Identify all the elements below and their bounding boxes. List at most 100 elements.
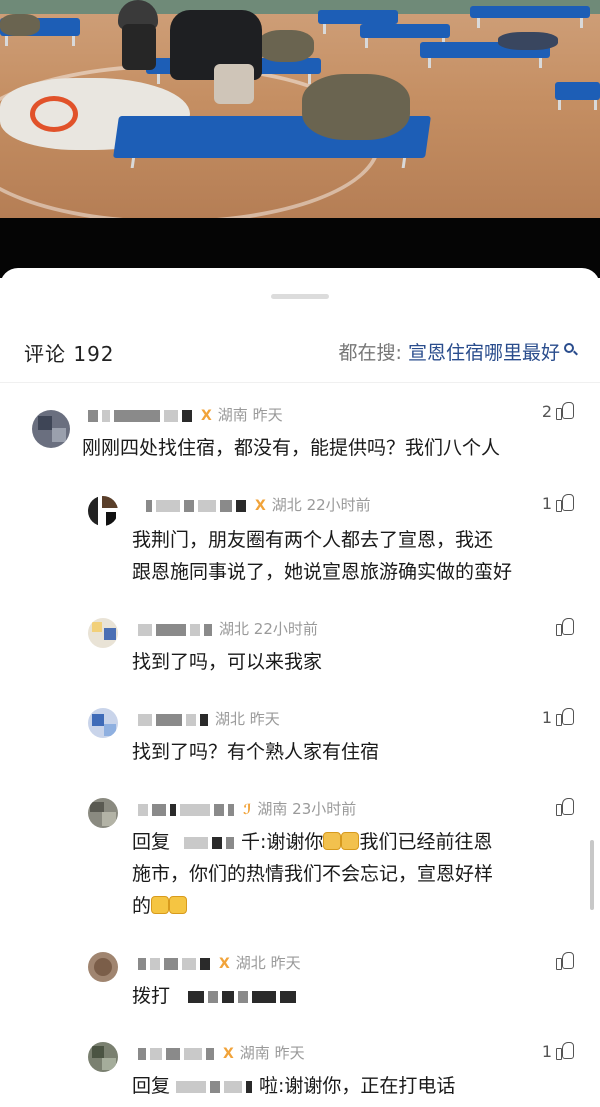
comment-time: 22小时前 xyxy=(253,620,318,638)
trending-search[interactable]: 都在搜: 宣恩住宿哪里最好 xyxy=(339,338,574,365)
photo-cot xyxy=(555,82,600,110)
comment-header: 评论 192 都在搜: 宣恩住宿哪里最好 xyxy=(0,326,600,378)
verified-badge-icon: Ⅹ xyxy=(255,498,266,514)
comment-time: 昨天 xyxy=(252,406,283,424)
folded-hands-emoji-icon xyxy=(323,832,342,850)
thumbs-up-emoji-icon xyxy=(151,896,170,914)
search-icon[interactable] xyxy=(564,343,574,353)
avatar[interactable] xyxy=(88,496,118,526)
avatar[interactable] xyxy=(88,798,118,828)
thumbs-up-outline-icon[interactable] xyxy=(556,494,574,512)
like-count: 1 xyxy=(541,708,552,727)
phone-number-redacted[interactable] xyxy=(188,981,300,1013)
reply-prefix: 回复 xyxy=(132,1075,171,1097)
reply-target-redacted[interactable] xyxy=(184,827,238,859)
comment-region: 湖北 xyxy=(235,954,266,972)
username-redacted[interactable] xyxy=(138,711,212,729)
username-redacted[interactable] xyxy=(88,407,196,425)
reply-target-redacted[interactable] xyxy=(176,1071,256,1103)
comment-meta: 湖北 昨天 xyxy=(138,708,280,729)
sheet-drag-handle[interactable] xyxy=(271,294,329,299)
thumbs-up-outline-icon[interactable] xyxy=(556,1042,574,1060)
comment-text: 拨打 xyxy=(132,980,303,1013)
photo-bedroll xyxy=(498,32,558,50)
comment-region: 湖南 xyxy=(257,800,288,818)
post-photo[interactable] xyxy=(0,0,600,218)
avatar[interactable] xyxy=(88,618,118,648)
thumbs-up-outline-icon[interactable] xyxy=(556,708,574,726)
comment-text-prefix: 拨打 xyxy=(132,985,171,1007)
comment-sheet[interactable]: 评论 192 都在搜: 宣恩住宿哪里最好 Ⅹ 湖南 昨天 刚刚四处找住宿，都没有，… xyxy=(0,268,600,1107)
comment-text: 找到了吗，可以来我家 xyxy=(132,651,323,673)
like-count: 1 xyxy=(541,494,552,513)
like-button[interactable] xyxy=(552,952,574,971)
photo-person-background-legs xyxy=(122,24,156,70)
reply-item[interactable]: ℐ 湖南 23小时前 回复 千:谢谢你 我们已经前往恩 施市，你们的热情我们不会忘记，… xyxy=(0,794,600,924)
reply-prefix: 回复 xyxy=(132,831,171,853)
photo-bedroll xyxy=(258,30,314,62)
username-redacted[interactable] xyxy=(146,497,250,515)
comment-meta: 湖北 22小时前 xyxy=(138,618,318,639)
comment-text-line2: 跟恩施同事说了，她说宣恩旅游确实做的蛮好 xyxy=(132,561,513,583)
folded-hands-emoji-icon xyxy=(341,832,360,850)
trending-search-keyword[interactable]: 宣恩住宿哪里最好 xyxy=(408,342,560,364)
comment-meta: Ⅹ 湖南 昨天 xyxy=(138,1042,305,1063)
like-button[interactable]: 1 xyxy=(542,494,574,513)
comment-meta: Ⅹ 湖北 昨天 xyxy=(138,952,301,973)
avatar[interactable] xyxy=(88,952,118,982)
comment-text-a: :谢谢你 xyxy=(260,831,324,853)
verified-badge-icon: Ⅹ xyxy=(223,1046,234,1062)
comment-item[interactable]: Ⅹ 湖南 昨天 刚刚四处找住宿，都没有，能提供吗？我们八个人 2 xyxy=(0,398,600,468)
comment-text-line1: 回复 千:谢谢你 我们已经前往恩 xyxy=(132,826,492,859)
like-button[interactable] xyxy=(552,618,574,637)
avatar[interactable] xyxy=(32,410,70,448)
reply-item[interactable]: Ⅹ 湖南 昨天 回复 啦:谢谢你，正在打电话 1 xyxy=(0,1038,600,1107)
username-redacted[interactable] xyxy=(138,801,238,819)
reply-item[interactable]: 湖北 昨天 找到了吗？有个熟人家有住宿 1 xyxy=(0,704,600,774)
comment-time: 23小时前 xyxy=(292,800,357,818)
reply-item[interactable]: Ⅹ 湖北 昨天 拨打 xyxy=(0,948,600,1018)
reply-item[interactable]: Ⅹ 湖北 22小时前 我荆门，朋友圈有两个人都去了宣恩，我还 跟恩施同事说了，她说… xyxy=(0,490,600,590)
comment-text: 回复 啦:谢谢你，正在打电话 xyxy=(132,1070,455,1103)
thumbs-up-outline-icon[interactable] xyxy=(556,618,574,636)
photo-person-legs xyxy=(214,64,254,104)
like-count: 1 xyxy=(541,1042,552,1061)
thumbs-up-outline-icon[interactable] xyxy=(556,798,574,816)
like-button[interactable]: 2 xyxy=(542,402,574,421)
thumbs-up-outline-icon[interactable] xyxy=(556,952,574,970)
like-button[interactable]: 1 xyxy=(542,1042,574,1061)
photo-bedroll-front xyxy=(302,74,410,140)
comment-meta: Ⅹ 湖北 22小时前 xyxy=(146,494,371,515)
like-button[interactable] xyxy=(552,798,574,817)
comment-region: 湖北 xyxy=(219,620,250,638)
comment-text-line1: 我荆门，朋友圈有两个人都去了宣恩，我还 xyxy=(132,529,494,551)
thumbs-up-emoji-icon xyxy=(169,896,188,914)
comment-region: 湖北 xyxy=(215,710,246,728)
header-divider xyxy=(0,382,600,383)
comment-text: 找到了吗？有个熟人家有住宿 xyxy=(132,741,380,763)
comment-text-line3: 的 xyxy=(132,890,188,922)
avatar[interactable] xyxy=(88,1042,118,1072)
comment-meta: ℐ 湖南 23小时前 xyxy=(138,798,356,819)
reply-item[interactable]: 湖北 22小时前 找到了吗，可以来我家 xyxy=(0,614,600,684)
comment-text-line3-text: 的 xyxy=(132,895,152,917)
photo-cot xyxy=(318,10,398,34)
photo-bedroll xyxy=(0,14,40,36)
comment-meta: Ⅹ 湖南 昨天 xyxy=(88,404,283,425)
comment-time: 昨天 xyxy=(274,1044,305,1062)
comment-time: 昨天 xyxy=(270,954,301,972)
reply-target-tail: 千 xyxy=(241,831,261,853)
avatar[interactable] xyxy=(88,708,118,738)
username-redacted[interactable] xyxy=(138,1045,218,1063)
thumbs-up-outline-icon[interactable] xyxy=(556,402,574,420)
comment-text-b: 我们已经前往恩 xyxy=(359,831,493,853)
comment-time: 昨天 xyxy=(249,710,280,728)
username-redacted[interactable] xyxy=(138,955,214,973)
comment-region: 湖南 xyxy=(217,406,248,424)
reply-target-tail: 啦 xyxy=(259,1075,279,1097)
scrollbar[interactable] xyxy=(590,840,594,910)
comment-text: 刚刚四处找住宿，都没有，能提供吗？我们八个人 xyxy=(82,437,501,459)
photo-sun-logo xyxy=(30,96,78,132)
username-redacted[interactable] xyxy=(138,621,216,639)
like-button[interactable]: 1 xyxy=(542,708,574,727)
